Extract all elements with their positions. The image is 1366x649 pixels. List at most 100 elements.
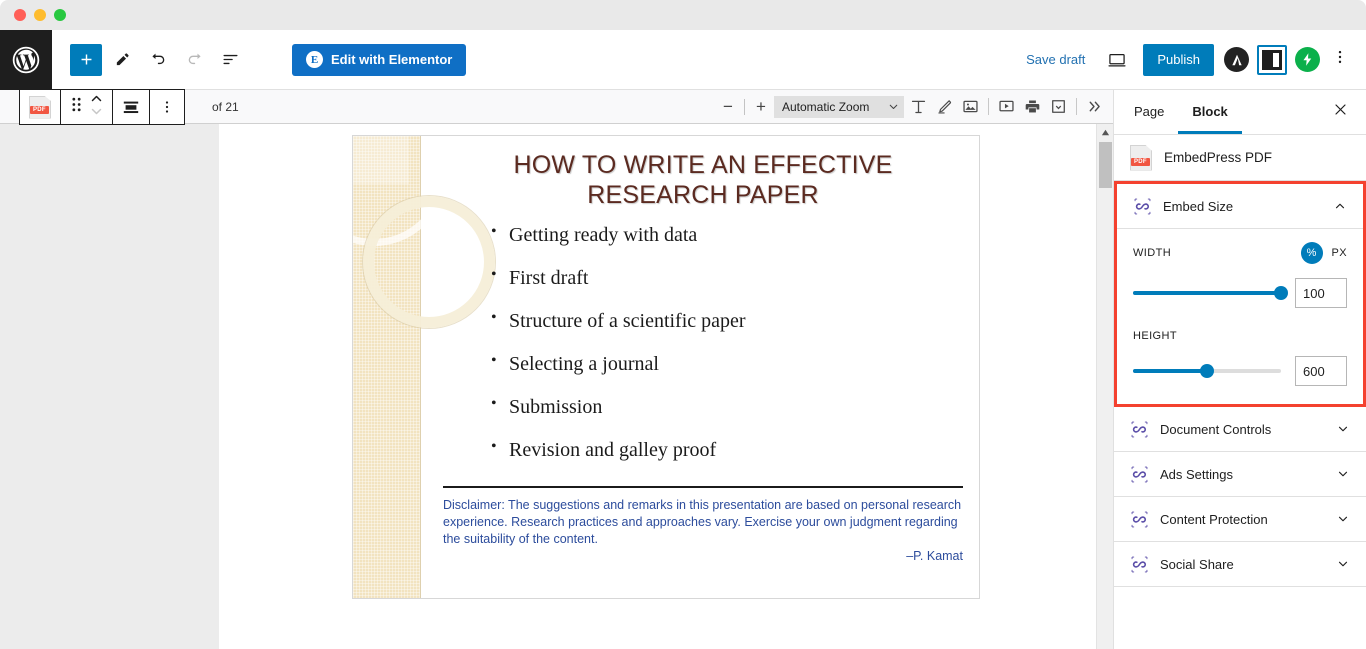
- plus-icon: [81, 54, 91, 65]
- chevron-up-icon[interactable]: [1333, 199, 1347, 213]
- elementor-logo-icon: E: [306, 51, 323, 68]
- slide-title: HOW TO WRITE AN EFFECTIVE RESEARCH PAPER: [513, 151, 893, 209]
- wordpress-logo-button[interactable]: [0, 29, 52, 90]
- image-tool-icon[interactable]: [962, 98, 979, 115]
- list-item: First draft: [491, 266, 963, 290]
- zoom-level-select[interactable]: Automatic Zoom: [774, 95, 904, 118]
- more-tools-icon[interactable]: [1086, 98, 1103, 115]
- redo-button[interactable]: [178, 44, 210, 76]
- width-row: WIDTH % PX: [1133, 242, 1347, 264]
- control-spacer: [1133, 308, 1347, 330]
- add-block-button[interactable]: [70, 43, 102, 76]
- window-maximize-button[interactable]: [54, 9, 66, 21]
- chevron-down-icon[interactable]: [1336, 557, 1350, 571]
- width-slider-fill: [1133, 291, 1281, 295]
- list-item: Selecting a journal: [491, 352, 963, 376]
- block-type-button[interactable]: PDF: [20, 90, 61, 124]
- document-overview-button[interactable]: [214, 44, 246, 76]
- zoom-out-button[interactable]: −: [717, 96, 739, 118]
- undo-button[interactable]: [142, 44, 174, 76]
- tab-block[interactable]: Block: [1178, 90, 1241, 134]
- editor-options-menu-button[interactable]: [1326, 48, 1354, 71]
- lightning-bolt-icon: [1303, 53, 1312, 66]
- pencil-icon: [116, 53, 129, 66]
- zoom-level-value: Automatic Zoom: [782, 99, 870, 114]
- print-icon[interactable]: [1024, 98, 1041, 115]
- slide-credit: –P. Kamat: [906, 549, 963, 563]
- embed-size-controls: WIDTH % PX 100 HEIGHT 600: [1117, 229, 1363, 404]
- window-titlebar: [0, 0, 1366, 30]
- width-slider-row: 100: [1133, 278, 1347, 308]
- height-slider[interactable]: [1133, 364, 1281, 378]
- embed-size-panel-header[interactable]: Embed Size: [1117, 184, 1363, 229]
- wordpress-logo-icon: [12, 46, 40, 73]
- pdf-vertical-scrollbar[interactable]: [1096, 124, 1113, 649]
- astra-settings-button[interactable]: [1224, 47, 1249, 72]
- draw-tool-icon[interactable]: [936, 98, 953, 115]
- width-unit-toggle: % PX: [1300, 242, 1347, 264]
- toolbar-left-tools: E Edit with Elementor: [52, 43, 467, 76]
- settings-sidebar-toggle-button[interactable]: [1257, 44, 1287, 75]
- presentation-mode-icon[interactable]: [998, 98, 1015, 115]
- slide-decorative-band: [353, 136, 495, 598]
- publish-button[interactable]: Publish: [1143, 43, 1214, 76]
- desktop-preview-icon: [1108, 53, 1126, 66]
- list-view-icon: [222, 54, 238, 65]
- pdf-page-count-label: of 21: [212, 99, 239, 114]
- zoom-in-button[interactable]: +: [750, 96, 772, 118]
- block-options-button[interactable]: [150, 90, 184, 124]
- chevron-down-icon[interactable]: [1336, 512, 1350, 526]
- drag-handle-icon[interactable]: [70, 96, 83, 118]
- chevron-down-icon[interactable]: [1336, 422, 1350, 436]
- sidebar-tab-bar: Page Block: [1114, 90, 1366, 135]
- content-protection-panel-header[interactable]: Content Protection: [1114, 497, 1366, 542]
- list-item: Structure of a scientific paper: [491, 309, 963, 333]
- document-controls-panel-header[interactable]: Document Controls: [1114, 407, 1366, 452]
- height-slider-knob[interactable]: [1200, 364, 1214, 378]
- save-draft-button[interactable]: Save draft: [1016, 52, 1095, 67]
- preview-button[interactable]: [1101, 44, 1133, 76]
- edit-tool-button[interactable]: [106, 44, 138, 76]
- astra-logo-icon: [1231, 54, 1242, 65]
- scroll-up-arrow-icon[interactable]: [1097, 124, 1113, 141]
- download-icon[interactable]: [1050, 98, 1067, 115]
- embed-size-panel: Embed Size WIDTH % PX 100 HEIGHT 600: [1114, 181, 1366, 407]
- chevron-down-icon[interactable]: [1336, 467, 1350, 481]
- pdf-file-icon: PDF: [29, 95, 51, 119]
- width-label: WIDTH: [1133, 247, 1172, 259]
- embedpress-icon: [1131, 466, 1148, 482]
- ads-settings-label: Ads Settings: [1160, 466, 1233, 482]
- toolbar-divider: [988, 98, 989, 115]
- scrollbar-thumb[interactable]: [1099, 142, 1112, 188]
- kebab-menu-icon: [1338, 50, 1342, 64]
- pdf-thumbnail-sidebar[interactable]: [0, 124, 219, 649]
- move-up-down-icon[interactable]: [90, 93, 103, 122]
- toolbar-right-tools: Save draft Publish: [1016, 43, 1366, 76]
- wp-rocket-button[interactable]: [1295, 47, 1320, 72]
- editor-top-toolbar: E Edit with Elementor Save draft Publish: [0, 29, 1366, 90]
- pdf-scroll-container: HOW TO WRITE AN EFFECTIVE RESEARCH PAPER…: [219, 124, 1113, 649]
- tab-page[interactable]: Page: [1120, 90, 1178, 134]
- edit-with-elementor-button[interactable]: E Edit with Elementor: [292, 43, 467, 76]
- close-sidebar-button[interactable]: [1333, 102, 1360, 122]
- kebab-options-icon: [165, 101, 169, 113]
- unit-px-button[interactable]: PX: [1332, 247, 1347, 259]
- height-input[interactable]: 600: [1295, 356, 1347, 386]
- pdf-viewer-stage: HOW TO WRITE AN EFFECTIVE RESEARCH PAPER…: [0, 124, 1113, 649]
- window-close-button[interactable]: [14, 9, 26, 21]
- block-align-button[interactable]: [113, 90, 150, 124]
- social-share-panel-header[interactable]: Social Share: [1114, 542, 1366, 587]
- embedpress-icon: [1131, 556, 1148, 572]
- width-input[interactable]: 100: [1295, 278, 1347, 308]
- window-minimize-button[interactable]: [34, 9, 46, 21]
- block-drag-and-move-group: [61, 90, 113, 124]
- ads-settings-panel-header[interactable]: Ads Settings: [1114, 452, 1366, 497]
- embedpress-icon: [1131, 511, 1148, 527]
- text-tool-icon[interactable]: [910, 98, 927, 115]
- width-slider[interactable]: [1133, 286, 1288, 300]
- slide-decorative-square: [353, 136, 409, 184]
- width-slider-knob[interactable]: [1274, 286, 1288, 300]
- slide-bullet-list: Getting ready with data First draft Stru…: [443, 223, 963, 482]
- unit-percent-button[interactable]: %: [1300, 242, 1323, 264]
- height-slider-row: 600: [1133, 356, 1347, 386]
